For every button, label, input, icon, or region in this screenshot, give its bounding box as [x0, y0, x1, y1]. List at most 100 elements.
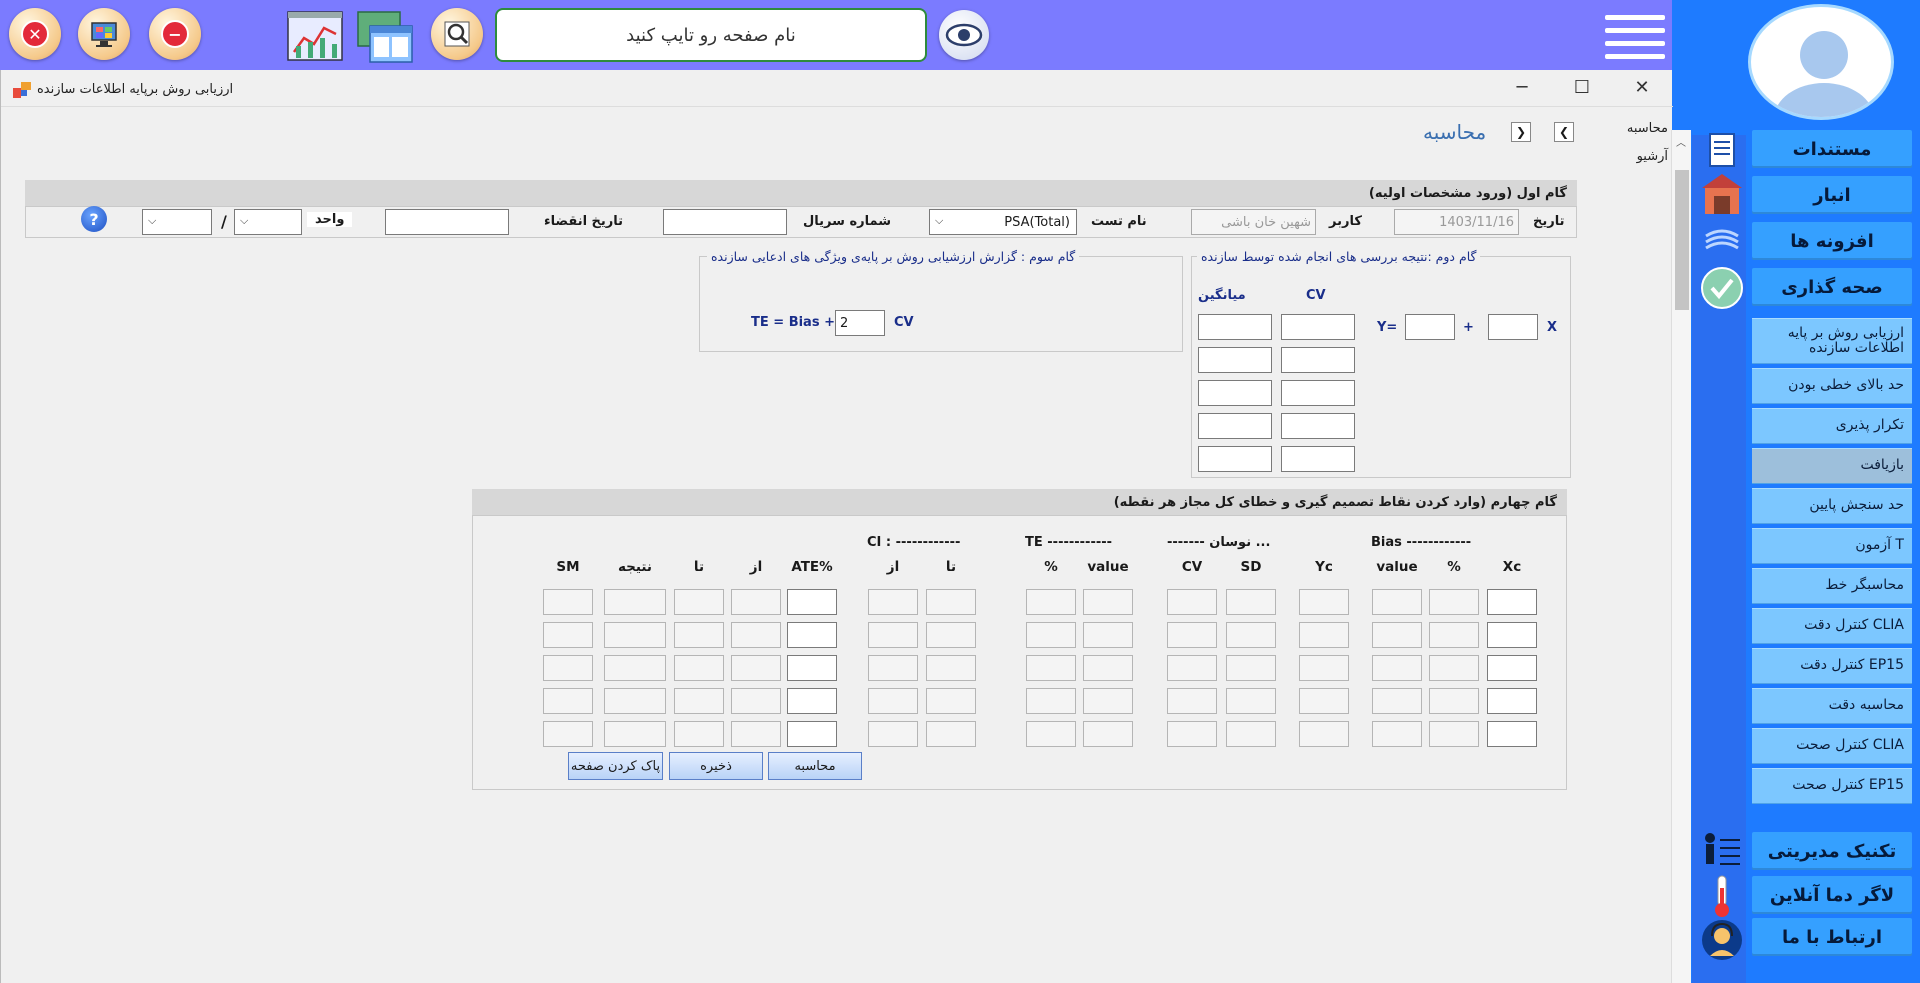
- minimize-icon[interactable]: ─: [1499, 76, 1545, 98]
- hamburger-menu-icon[interactable]: [1605, 15, 1665, 59]
- cell-result-row3: [604, 655, 666, 681]
- sidebar-sub-line-calculator[interactable]: محاسبگر خط: [1752, 568, 1912, 604]
- window-icon[interactable]: [356, 8, 414, 64]
- cell-bias-pct-row2: [1429, 622, 1479, 648]
- date-field: 1403/11/16: [1394, 209, 1519, 235]
- sidebar-sub-clia-precision[interactable]: کنترل دقت CLIA: [1752, 608, 1912, 644]
- unit-label: واحد: [307, 212, 353, 227]
- cell-ate-row5[interactable]: [787, 721, 837, 747]
- scroll-up-icon[interactable]: ︿: [1676, 134, 1686, 149]
- step2-cv-input-1[interactable]: [1281, 314, 1355, 340]
- col-header-yc: Yc: [1315, 559, 1333, 575]
- cell-te-pct-row3: [1026, 655, 1076, 681]
- eye-icon[interactable]: [939, 10, 989, 60]
- step2-legend: گام دوم :نتیجه بررسی های انجام شده توسط …: [1197, 249, 1481, 264]
- minus-icon[interactable]: −: [149, 8, 201, 60]
- sidebar-sub-ep15-trueness[interactable]: کنترل صحت EP15: [1752, 768, 1912, 804]
- nav-forward-icon[interactable]: ❯: [1511, 122, 1531, 142]
- monitor-icon[interactable]: [78, 8, 130, 60]
- cell-xc-row4[interactable]: [1487, 688, 1537, 714]
- unit-select-denominator[interactable]: ⌵: [234, 209, 302, 235]
- serial-input[interactable]: [663, 209, 787, 235]
- cell-ate-row2[interactable]: [787, 622, 837, 648]
- step2-mean-input-1[interactable]: [1198, 314, 1272, 340]
- support-icon: [1700, 918, 1744, 960]
- close-window-icon[interactable]: ✕: [1619, 76, 1665, 98]
- sidebar-sub-lod[interactable]: حد سنجش پایین: [1752, 488, 1912, 524]
- cell-from-row5: [731, 721, 781, 747]
- cell-ci-to-row4: [926, 688, 976, 714]
- cell-cv-row2: [1167, 622, 1217, 648]
- nav-back-icon[interactable]: ❮: [1554, 122, 1574, 142]
- cell-xc-row1[interactable]: [1487, 589, 1537, 615]
- sidebar-main-temp-logger[interactable]: لاگر دما آنلاین: [1752, 876, 1912, 914]
- step2-cv-input-4[interactable]: [1281, 413, 1355, 439]
- zoom-icon[interactable]: [431, 8, 483, 60]
- chart-icon[interactable]: [286, 8, 344, 64]
- scroll-thumb[interactable]: [1675, 170, 1689, 310]
- user-avatar[interactable]: [1748, 4, 1894, 120]
- cell-xc-row2[interactable]: [1487, 622, 1537, 648]
- test-name-select[interactable]: ⌵ PSA(Total): [929, 209, 1077, 235]
- tab-archive[interactable]: آرشیو: [1596, 146, 1668, 174]
- cell-te-value-row3: [1083, 655, 1133, 681]
- calculate-button[interactable]: محاسبه: [768, 752, 862, 780]
- chevron-down-icon: ⌵: [935, 214, 944, 227]
- sidebar-sub-clia-trueness[interactable]: کنترل صحت CLIA: [1752, 728, 1912, 764]
- step2-cv-input-2[interactable]: [1281, 347, 1355, 373]
- step2-mean-input-4[interactable]: [1198, 413, 1272, 439]
- cell-bias-pct-row4: [1429, 688, 1479, 714]
- step3-frame: [699, 256, 1183, 352]
- cell-xc-row3[interactable]: [1487, 655, 1537, 681]
- sidebar-main-validation[interactable]: صحه گذاری: [1752, 268, 1912, 306]
- expiry-input[interactable]: [385, 209, 509, 235]
- step2-mean-input-2[interactable]: [1198, 347, 1272, 373]
- sidebar-sub-t-test[interactable]: آزمون T: [1752, 528, 1912, 564]
- sidebar-main-management[interactable]: تکنیک مدیریتی: [1752, 832, 1912, 870]
- regression-intercept-input[interactable]: [1405, 314, 1455, 340]
- cell-result-row4: [604, 688, 666, 714]
- chevron-down-icon: ⌵: [148, 214, 157, 227]
- sidebar-sub-recovery[interactable]: بازیافت: [1752, 448, 1912, 484]
- sidebar-sub-linearity[interactable]: حد بالای خطی بودن: [1752, 368, 1912, 404]
- cell-bias-pct-row3: [1429, 655, 1479, 681]
- cell-ate-row4[interactable]: [787, 688, 837, 714]
- step2-mean-input-5[interactable]: [1198, 446, 1272, 472]
- sidebar-sub-ep15-precision[interactable]: کنترل دقت EP15: [1752, 648, 1912, 684]
- page-search-input[interactable]: نام صفحه رو تایپ کنید: [495, 8, 927, 62]
- cell-ate-row3[interactable]: [787, 655, 837, 681]
- sidebar-sub-repeatability[interactable]: تکرار پذیری: [1752, 408, 1912, 444]
- step2-cv-input-5[interactable]: [1281, 446, 1355, 472]
- step2-cv-input-3[interactable]: [1281, 380, 1355, 406]
- cell-bias-pct-row1: [1429, 589, 1479, 615]
- cell-sm-row1: [543, 589, 593, 615]
- cell-te-value-row5: [1083, 721, 1133, 747]
- maximize-icon[interactable]: ☐: [1559, 76, 1605, 98]
- tab-calculate[interactable]: محاسبه: [1596, 118, 1668, 146]
- sidebar-main-plugins[interactable]: افزونه ها: [1752, 222, 1912, 260]
- save-button[interactable]: ذخیره: [669, 752, 763, 780]
- te-formula-cv-label: CV: [894, 315, 914, 330]
- col-header-sd: SD: [1240, 559, 1262, 575]
- clear-page-button[interactable]: پاک کردن صفحه: [568, 752, 663, 780]
- user-field: شهین خان باشی: [1191, 209, 1316, 235]
- window-title: ارزیابی روش برپایه اطلاعات سازنده: [37, 82, 234, 97]
- te-multiplier-input[interactable]: 2: [835, 310, 885, 336]
- sidebar-main-warehouse[interactable]: انبار: [1752, 176, 1912, 214]
- cell-te-pct-row2: [1026, 622, 1076, 648]
- sidebar-main-contact[interactable]: ارتباط با ما: [1752, 918, 1912, 956]
- ci-group-label: CI : ------------: [867, 535, 961, 550]
- step2-mean-input-3[interactable]: [1198, 380, 1272, 406]
- cell-te-value-row1: [1083, 589, 1133, 615]
- cell-ate-row1[interactable]: [787, 589, 837, 615]
- close-app-icon[interactable]: ✕: [9, 8, 61, 60]
- sidebar-main-documents[interactable]: مستندات: [1752, 130, 1912, 168]
- unit-select-numerator[interactable]: ⌵: [142, 209, 212, 235]
- sidebar-sub-manufacturer-eval[interactable]: ارزیابی روش بر پایه اطلاعات سازنده: [1752, 318, 1912, 364]
- te-formula-label: TE = Bias +: [751, 315, 835, 330]
- regression-x-coef-input[interactable]: [1488, 314, 1538, 340]
- help-icon[interactable]: ?: [81, 206, 107, 232]
- sidebar-sub-precision-calc[interactable]: محاسبه دقت: [1752, 688, 1912, 724]
- vertical-scrollbar[interactable]: ︿: [1671, 130, 1691, 983]
- cell-xc-row5[interactable]: [1487, 721, 1537, 747]
